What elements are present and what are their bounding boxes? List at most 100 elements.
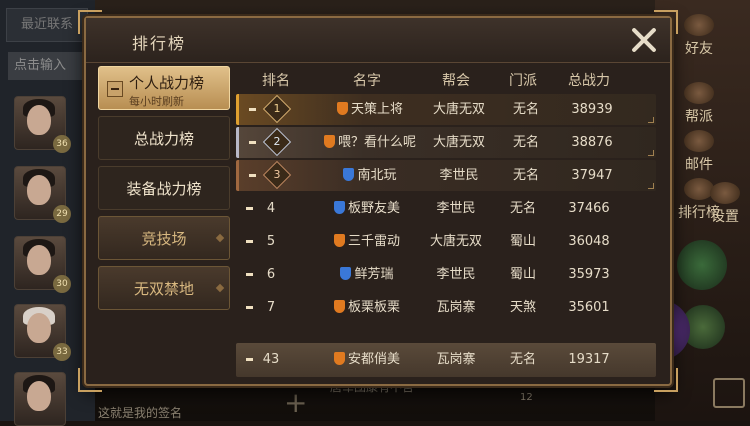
tab-total-power[interactable]: 总战力榜 (98, 116, 230, 160)
dash-icon (249, 108, 256, 111)
ranking-dialog: 排行榜 个人战力榜 每小时刷新 总战力榜 装备战力榜 竞技场 无双禁地 排名 名… (78, 10, 678, 392)
guild-name: 瓦岗寨 (436, 300, 476, 315)
tab-wushuang-forbidden[interactable]: 无双禁地 (98, 266, 230, 310)
school-name: 无名 (512, 135, 539, 150)
level-badge: 36 (53, 135, 71, 153)
dash-icon (246, 240, 253, 243)
gear-icon (710, 182, 740, 204)
header-power: 总战力 (568, 73, 610, 89)
dialog-title: 排行榜 (132, 34, 187, 53)
chat-sidebar: 最近联系 点击输入 36 29 30 33 (0, 0, 95, 426)
ranking-table: 排名 名字 帮会 门派 总战力 1 天策上将 大唐无双 无名 38939 2 喂… (236, 66, 656, 379)
mail-icon (684, 130, 714, 152)
corner-ornament (654, 368, 678, 392)
shield-icon (343, 168, 355, 181)
dialog-header: 排行榜 (86, 18, 670, 63)
table-row[interactable]: 4 板野友美 李世民 无名 37466 (236, 193, 656, 224)
header-guild: 帮会 (442, 73, 470, 89)
mail-button[interactable]: 邮件 (673, 130, 725, 173)
shield-icon (336, 102, 348, 115)
guild-name: 李世民 (436, 267, 476, 282)
player-name: 安都俏美 (312, 343, 422, 377)
table-row[interactable]: 5 三千雷动 大唐无双 蜀山 36048 (236, 226, 656, 257)
dash-icon (246, 306, 253, 309)
player-name: 南北玩 (315, 160, 425, 191)
chat-icon[interactable] (713, 378, 745, 408)
school-name: 天煞 (509, 300, 536, 315)
shield-icon (333, 234, 345, 247)
plus-icon[interactable]: + (284, 386, 307, 419)
my-rank-row[interactable]: 43 安都俏美 瓦岗寨 无名 19317 (236, 343, 656, 377)
table-row[interactable]: 3 南北玩 李世民 无名 37947 (236, 160, 656, 191)
total-power: 35601 (568, 300, 610, 315)
school-name: 无名 (509, 352, 536, 367)
total-power: 38876 (571, 135, 613, 150)
dash-icon (249, 141, 256, 144)
dash-icon (246, 358, 253, 361)
total-power: 35973 (568, 267, 610, 282)
shield-icon (340, 267, 352, 280)
shield-icon (333, 201, 345, 214)
ranking-nav: 个人战力榜 每小时刷新 总战力榜 装备战力榜 竞技场 无双禁地 (98, 66, 230, 316)
guild-name: 大唐无双 (432, 135, 485, 150)
player-name: 鲜芳瑞 (312, 259, 422, 290)
dash-icon (246, 273, 253, 276)
friends-button[interactable]: 好友 (673, 14, 725, 57)
tab-arena[interactable]: 竞技场 (98, 216, 230, 260)
corner-mark (648, 183, 654, 189)
school-name: 蜀山 (509, 267, 536, 282)
avatar[interactable]: 36 (14, 96, 71, 153)
rank-badge-silver: 2 (262, 127, 292, 157)
table-row[interactable]: 1 天策上将 大唐无双 无名 38939 (236, 94, 656, 125)
avatar[interactable] (14, 372, 66, 426)
guild-name: 李世民 (439, 168, 479, 183)
dash-icon (249, 174, 256, 177)
diamond-icon (215, 233, 225, 243)
player-name: 板栗板栗 (312, 292, 422, 323)
corner-mark (648, 117, 654, 123)
count-text: 12 (520, 392, 533, 403)
table-row[interactable]: 2 喂？看什么呢 大唐无双 无名 38876 (236, 127, 656, 158)
header-school: 门派 (509, 73, 537, 89)
shield-icon (333, 352, 345, 365)
table-row[interactable]: 6 鲜芳瑞 李世民 蜀山 35973 (236, 259, 656, 290)
search-input[interactable]: 点击输入 (8, 52, 94, 80)
settings-button[interactable]: 设置 (699, 182, 750, 225)
guild-name: 大唐无双 (432, 102, 485, 117)
table-row[interactable]: 7 板栗板栗 瓦岗寨 天煞 35601 (236, 292, 656, 323)
rank-badge-gold: 1 (262, 94, 292, 124)
tab-equipment-power[interactable]: 装备战力榜 (98, 166, 230, 210)
corner-ornament (78, 368, 102, 392)
guild-icon (684, 82, 714, 104)
close-icon[interactable] (630, 26, 658, 54)
skill-icon[interactable] (677, 240, 727, 290)
corner-mark (648, 150, 654, 156)
tab-sublabel: 每小时刷新 (129, 95, 184, 108)
avatar[interactable]: 29 (14, 166, 71, 223)
guild-name: 瓦岗寨 (436, 352, 476, 367)
tab-recent-contacts[interactable]: 最近联系 (6, 8, 88, 42)
tab-label: 个人战力榜 (129, 74, 205, 92)
avatar[interactable]: 33 (14, 304, 71, 361)
player-name: 喂？看什么呢 (305, 127, 435, 158)
guild-button[interactable]: 帮派 (673, 82, 725, 125)
total-power: 37466 (568, 201, 610, 216)
table-header: 排名 名字 帮会 门派 总战力 (236, 66, 656, 94)
school-name: 无名 (509, 201, 536, 216)
rank-number: 4 (266, 201, 276, 216)
friends-icon (684, 14, 714, 36)
total-power: 19317 (568, 352, 610, 367)
guild-name: 李世民 (436, 201, 476, 216)
header-rank: 排名 (262, 73, 290, 89)
avatar[interactable]: 30 (14, 236, 71, 293)
diamond-icon (215, 283, 225, 293)
rank-number: 5 (266, 234, 276, 249)
school-name: 无名 (512, 102, 539, 117)
tab-personal-power[interactable]: 个人战力榜 每小时刷新 (98, 66, 230, 110)
rank-number: 43 (262, 352, 280, 367)
guild-name: 大唐无双 (429, 234, 482, 249)
level-badge: 33 (53, 343, 71, 361)
total-power: 36048 (568, 234, 610, 249)
signature-text: 这就是我的签名 (98, 406, 183, 420)
header-name: 名字 (353, 73, 381, 89)
